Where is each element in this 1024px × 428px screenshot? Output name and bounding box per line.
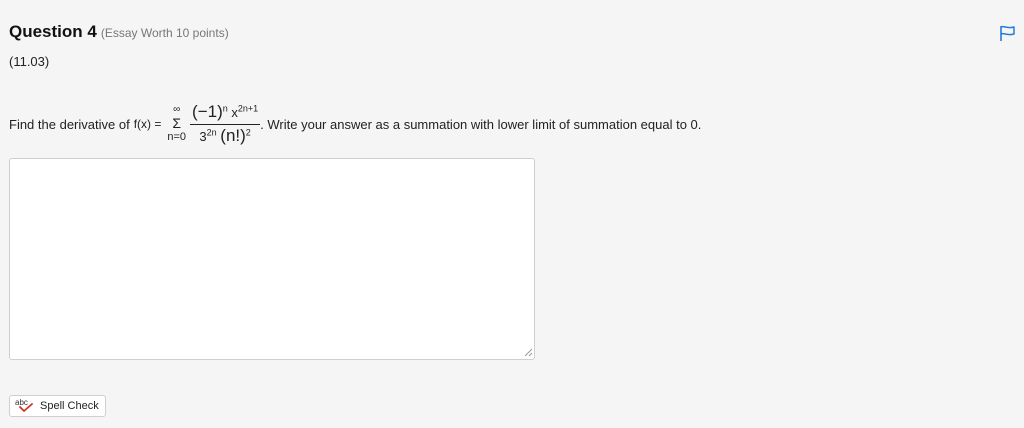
- spellcheck-icon: abc: [15, 398, 35, 413]
- denominator-base-exponent: 2n: [206, 127, 217, 138]
- question-suffix: . Write your answer as a summation with …: [260, 116, 702, 132]
- sum-symbol: Σ: [172, 115, 182, 131]
- resize-grip-icon[interactable]: [524, 348, 533, 357]
- flag-icon: [1000, 25, 1015, 41]
- summation: ∞ Σ n=0: [167, 105, 186, 143]
- denominator-factorial: (n!): [220, 125, 246, 145]
- question-text: Find the derivative of f(x) = ∞ Σ n=0 (−…: [9, 96, 701, 152]
- sum-upper-limit: ∞: [173, 104, 181, 115]
- function-label: f(x) =: [133, 117, 162, 131]
- denominator-base: 3: [199, 128, 207, 144]
- question-page: Question 4 (Essay Worth 10 points) (11.0…: [0, 0, 1024, 428]
- math-expression: f(x) = ∞ Σ n=0 (−1)n x2n+1 32n (n!)2: [133, 102, 261, 146]
- fraction: (−1)n x2n+1 32n (n!)2: [190, 102, 261, 146]
- question-title: Question 4: [9, 22, 97, 41]
- flag-button[interactable]: [998, 24, 1016, 42]
- fraction-numerator: (−1)n x2n+1: [190, 102, 260, 122]
- spell-check-label: Spell Check: [40, 400, 99, 412]
- sum-lower-limit: n=0: [167, 131, 187, 143]
- denominator-factorial-exponent: 2: [245, 127, 251, 138]
- answer-textarea[interactable]: [9, 158, 535, 360]
- numerator-base-exponent: n: [222, 103, 228, 114]
- spell-check-button[interactable]: abc Spell Check: [9, 395, 106, 417]
- question-points: (Essay Worth 10 points): [100, 26, 229, 40]
- fraction-denominator: 32n (n!)2: [197, 126, 252, 146]
- numerator-variable-exponent: 2n+1: [237, 103, 259, 114]
- question-prefix: Find the derivative of: [9, 116, 130, 132]
- question-code: (11.03): [9, 54, 50, 69]
- numerator-base: (−1): [192, 102, 223, 122]
- question-header: Question 4 (Essay Worth 10 points): [9, 22, 229, 42]
- fraction-bar: [190, 123, 261, 125]
